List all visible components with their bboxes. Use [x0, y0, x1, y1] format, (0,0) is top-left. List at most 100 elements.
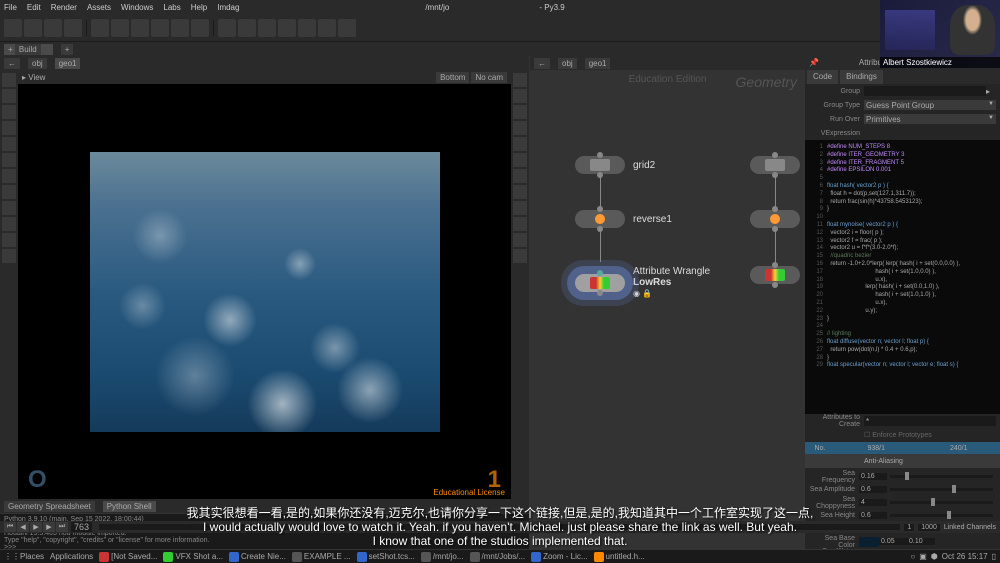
tool-icon[interactable]: [4, 19, 22, 37]
display-icon[interactable]: [513, 201, 527, 215]
tool-icon[interactable]: [111, 19, 129, 37]
amp-input[interactable]: 0.6: [859, 486, 887, 493]
taskbar-app[interactable]: /mnt/Jobs/...: [470, 552, 526, 562]
start-frame[interactable]: 1: [904, 524, 914, 531]
end-frame[interactable]: 1000: [918, 524, 940, 531]
path-geo1[interactable]: geo1: [585, 58, 611, 69]
taskbar-app[interactable]: Create Nie...: [229, 552, 286, 562]
enforce-checkbox[interactable]: ☐ Enforce Prototypes: [864, 431, 996, 439]
select-icon[interactable]: [2, 73, 16, 87]
path-obj[interactable]: obj: [28, 58, 47, 69]
tool-icon[interactable]: [218, 19, 236, 37]
nav-back-icon[interactable]: ←: [4, 58, 20, 69]
tool-icon[interactable]: [44, 19, 62, 37]
nav-back-icon[interactable]: ←: [534, 58, 550, 69]
first-frame-icon[interactable]: ⏮: [4, 522, 16, 532]
display-icon[interactable]: [513, 249, 527, 263]
display-icon[interactable]: [513, 89, 527, 103]
basecolor-g[interactable]: 0.10: [907, 538, 935, 545]
node-reverse1[interactable]: reverse1: [575, 210, 672, 228]
tray-icon[interactable]: ○: [910, 552, 915, 561]
taskbar-app[interactable]: VFX Shot a...: [163, 552, 223, 562]
tray-icon[interactable]: ▣: [919, 552, 927, 561]
viewport-view-dropdown[interactable]: Bottom: [436, 72, 469, 83]
tray-icon[interactable]: ▯: [992, 552, 996, 561]
vex-code-editor[interactable]: 1#define NUM_STEPS 8 2#define ITER_GEOME…: [805, 140, 1000, 414]
tab-add[interactable]: +: [61, 44, 74, 55]
runover-dropdown[interactable]: Primitives: [864, 114, 996, 124]
taskbar-app[interactable]: [Not Saved...: [99, 552, 157, 562]
tool-icon[interactable]: [2, 217, 16, 231]
node-wrangle2[interactable]: [750, 266, 800, 284]
tab-bindings[interactable]: Bindings: [840, 70, 883, 84]
group-menu-icon[interactable]: ▸: [986, 87, 996, 96]
attrs-input[interactable]: *: [864, 416, 996, 426]
tool-icon[interactable]: [2, 185, 16, 199]
tool-icon[interactable]: [24, 19, 42, 37]
tray-icon[interactable]: ⬢: [931, 552, 938, 561]
antialiasing-label[interactable]: Anti-Aliasing: [864, 458, 996, 465]
node-grid2[interactable]: grid2: [575, 156, 655, 174]
tool-icon[interactable]: [171, 19, 189, 37]
last-frame-icon[interactable]: ⏭: [56, 522, 68, 532]
tool-icon[interactable]: [91, 19, 109, 37]
display-icon[interactable]: [513, 185, 527, 199]
chop-input[interactable]: 4: [859, 499, 887, 506]
display-icon[interactable]: [513, 153, 527, 167]
tool-icon[interactable]: [2, 137, 16, 151]
amp-slider[interactable]: [890, 488, 993, 491]
tool-icon[interactable]: [131, 19, 149, 37]
taskbar-app[interactable]: EXAMPLE ...: [292, 552, 351, 562]
tool-icon[interactable]: [191, 19, 209, 37]
tab-spreadsheet[interactable]: Geometry Spreadsheet: [4, 501, 95, 512]
height-input[interactable]: 0.6: [859, 512, 887, 519]
tab-python[interactable]: Python Shell: [103, 501, 156, 512]
basecolor-r[interactable]: 0.05: [879, 538, 907, 545]
taskbar-app[interactable]: setShot.tcs...: [357, 552, 415, 562]
height-slider[interactable]: [890, 514, 993, 517]
tool-icon[interactable]: [338, 19, 356, 37]
menu-file[interactable]: File: [4, 3, 17, 12]
move-icon[interactable]: [2, 89, 16, 103]
freq-input[interactable]: 0.16: [859, 473, 887, 480]
play-icon[interactable]: ▶: [30, 522, 42, 532]
basecolor-swatch[interactable]: [859, 537, 879, 547]
linked-channels[interactable]: Linked Channels: [944, 524, 996, 531]
menu-help[interactable]: Help: [191, 3, 207, 12]
node-grid[interactable]: [750, 156, 800, 174]
tool-icon[interactable]: [2, 169, 16, 183]
path-obj[interactable]: obj: [558, 58, 577, 69]
tool-icon[interactable]: [318, 19, 336, 37]
tool-icon[interactable]: [64, 19, 82, 37]
display-icon[interactable]: [513, 233, 527, 247]
menu-icon[interactable]: ⋮⋮: [4, 552, 20, 561]
display-icon[interactable]: [513, 217, 527, 231]
node-graph[interactable]: ← obj geo1 Education Edition Geometry gr…: [530, 56, 805, 563]
prev-frame-icon[interactable]: ◀: [17, 522, 29, 532]
menu-imdag[interactable]: Imdag: [217, 3, 239, 12]
display-icon[interactable]: [513, 105, 527, 119]
current-frame[interactable]: 763: [71, 522, 92, 532]
display-icon[interactable]: [513, 73, 527, 87]
menu-labs[interactable]: Labs: [163, 3, 180, 12]
path-geo1[interactable]: geo1: [55, 58, 81, 69]
taskbar-app[interactable]: /mnt/jo...: [421, 552, 464, 562]
tool-icon[interactable]: [2, 201, 16, 215]
menu-render[interactable]: Render: [51, 3, 77, 12]
menu-windows[interactable]: Windows: [121, 3, 153, 12]
next-frame-icon[interactable]: ▶: [43, 522, 55, 532]
clock[interactable]: Oct 26 15:17: [942, 552, 988, 561]
tool-icon[interactable]: [278, 19, 296, 37]
tool-icon[interactable]: [238, 19, 256, 37]
apps-menu[interactable]: Applications: [50, 552, 93, 561]
tool-icon[interactable]: [2, 233, 16, 247]
tool-icon[interactable]: [2, 249, 16, 263]
menu-assets[interactable]: Assets: [87, 3, 111, 12]
display-icon[interactable]: [513, 121, 527, 135]
node-attribute-wrangle[interactable]: Attribute WrangleLowRes◉ 🔒: [575, 266, 710, 299]
tool-icon[interactable]: [151, 19, 169, 37]
node-reverse[interactable]: [750, 210, 800, 228]
freq-slider[interactable]: [890, 475, 993, 478]
taskbar-app[interactable]: untitled.h...: [594, 552, 645, 562]
grouptype-dropdown[interactable]: Guess Point Group: [864, 100, 996, 110]
